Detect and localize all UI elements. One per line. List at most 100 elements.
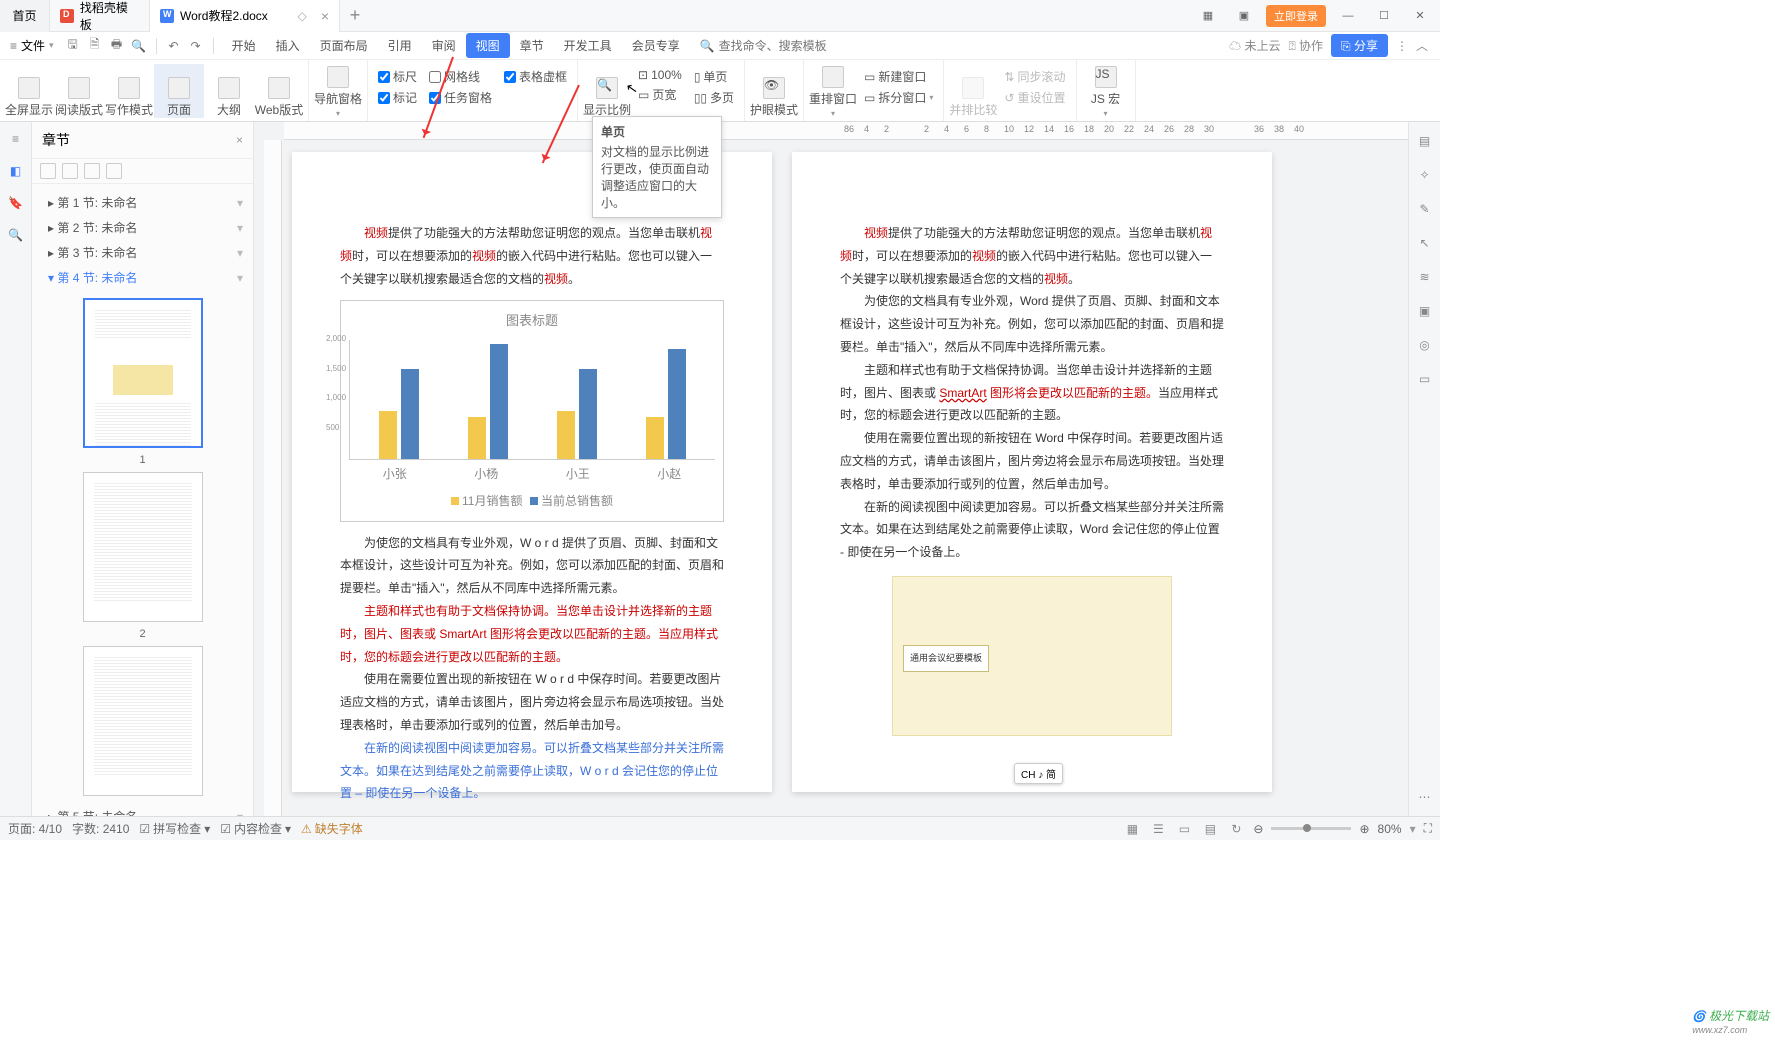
rail-more-icon[interactable]: ⋯ [1416,788,1434,806]
vertical-ruler[interactable] [264,140,282,816]
menu-reference[interactable]: 引用 [378,33,422,58]
maximize-button[interactable]: ☐ [1370,4,1398,28]
menu-layout[interactable]: 页面布局 [310,33,378,58]
redo-icon[interactable]: ↷ [187,37,205,55]
zoom-button[interactable]: 🔍显示比例 [582,64,632,118]
rail-image-icon[interactable]: ▣ [1416,302,1434,320]
chart[interactable]: 图表标题 500 1,000 1,500 2,000 小张小杨小王小赵 [340,300,724,521]
rail-edit-icon[interactable]: ✎ [1416,200,1434,218]
view-mode-1-icon[interactable]: ▦ [1123,820,1141,838]
zoom-out-button[interactable]: ⊖ [1253,822,1263,836]
page-thumbnail-1[interactable] [83,298,203,448]
share-button[interactable]: ⎘ 分享 [1331,34,1388,57]
command-search-input[interactable] [719,39,839,53]
rearrange-button[interactable]: 重排窗口▾ [808,64,858,118]
menu-view[interactable]: 视图 [466,33,510,58]
multi-page-button[interactable]: ▯▯ 多页 [694,89,734,106]
nav-tool-1[interactable] [40,163,56,179]
zoom-slider[interactable] [1271,827,1351,830]
new-tab-button[interactable]: + [340,5,370,26]
zoom-more-icon[interactable]: ▾ [1410,822,1416,836]
horizontal-ruler[interactable]: 8642 246 81012 141618 202224 262830 3638… [284,122,1408,140]
layout-grid-icon[interactable]: ▦ [1194,4,1222,28]
split-window-button[interactable]: ▭ 拆分窗口 ▾ [864,89,933,106]
rail-sections-icon[interactable]: ◧ [7,162,25,180]
status-words[interactable]: 字数: 2410 [72,820,129,837]
nav-tool-4[interactable] [106,163,122,179]
status-content-check[interactable]: ☑ 内容检查 ▾ [220,820,291,837]
rail-shape-icon[interactable]: ◎ [1416,336,1434,354]
undo-icon[interactable]: ↶ [165,37,183,55]
close-window-button[interactable]: ✕ [1406,4,1434,28]
print-icon[interactable]: 🖶 [108,37,126,55]
menu-dev[interactable]: 开发工具 [554,33,622,58]
zoom-value[interactable]: 80% [1378,822,1402,836]
outline-button[interactable]: 大纲 [204,64,254,118]
apps-icon[interactable]: ▣ [1230,4,1258,28]
chk-mark[interactable]: 标记 [378,89,417,106]
rail-settings-icon[interactable]: ≋ [1416,268,1434,286]
chk-ruler[interactable]: 标尺 [378,68,417,85]
chk-table-frame[interactable]: 表格虚框 [504,68,567,85]
fit-page-icon[interactable]: ⛶ [1424,821,1432,836]
view-mode-4-icon[interactable]: ▤ [1201,820,1219,838]
nav-tool-3[interactable] [84,163,100,179]
tab-pin-icon[interactable]: ◇ [298,9,307,23]
nav-item-2[interactable]: ▸ 第 2 节: 未命名▾ [32,215,253,240]
collab-button[interactable]: ⍰ 协作 [1288,37,1323,54]
menu-review[interactable]: 审阅 [422,33,466,58]
nav-item-3[interactable]: ▸ 第 3 节: 未命名▾ [32,240,253,265]
page-thumbnail-3[interactable] [83,646,203,796]
rail-ai-icon[interactable]: ✧ [1416,166,1434,184]
more-menu-icon[interactable]: ⋮ [1396,39,1408,53]
menu-insert[interactable]: 插入 [266,33,310,58]
view-mode-2-icon[interactable]: ☰ [1149,820,1167,838]
status-page[interactable]: 页面: 4/10 [8,820,62,837]
view-mode-3-icon[interactable]: ▭ [1175,820,1193,838]
page-1[interactable]: 视频提供了功能强大的方法帮助您证明您的观点。当您单击联机视频时，可以在想要添加的… [292,152,772,792]
rail-menu-icon[interactable]: ≡ [7,130,25,148]
login-button[interactable]: 立即登录 [1266,5,1326,27]
rail-select-icon[interactable]: ↖ [1416,234,1434,252]
tab-document[interactable]: Word教程2.docx ◇ × [150,0,340,32]
rail-search-icon[interactable]: 🔍 [7,226,25,244]
zoom-100-button[interactable]: ⊡ 100% [638,68,682,82]
tab-home[interactable]: 首页 [0,0,50,32]
single-page-button[interactable]: ▯ 单页 [694,68,734,85]
nav-item-1[interactable]: ▸ 第 1 节: 未命名▾ [32,190,253,215]
save-as-icon[interactable]: 🗎 [86,37,104,55]
menu-start[interactable]: 开始 [222,33,266,58]
minimize-button[interactable]: — [1334,4,1362,28]
writing-mode-button[interactable]: 写作模式 [104,64,154,118]
nav-close-icon[interactable]: × [236,133,243,147]
command-search[interactable]: 🔍 [700,39,839,53]
mindmap-image[interactable]: 通用会议纪要模板 [892,576,1172,736]
tab-close-icon[interactable]: × [321,8,329,24]
cloud-status[interactable]: ☁ 未上云 [1229,37,1280,54]
js-macro-button[interactable]: JSJS 宏▾ [1081,64,1131,118]
app-menu-button[interactable]: ≡ 文件 ▾ [4,37,60,54]
web-layout-button[interactable]: Web版式 [254,64,304,118]
save-icon[interactable]: 🖫 [64,37,82,55]
fullscreen-button[interactable]: 全屏显示 [4,64,54,118]
nav-item-5[interactable]: ▸ 第 5 节: 未命名▾ [32,804,253,816]
menu-section[interactable]: 章节 [510,33,554,58]
ime-indicator[interactable]: CH ♪ 简 [1014,763,1063,784]
status-spellcheck[interactable]: ☑ 拼写检查 ▾ [139,820,210,837]
zoom-in-button[interactable]: ⊕ [1359,822,1369,836]
page-2[interactable]: 视频提供了功能强大的方法帮助您证明您的观点。当您单击联机视频时，可以在想要添加的… [792,152,1272,792]
document-area[interactable]: 8642 246 81012 141618 202224 262830 3638… [254,122,1408,816]
tab-templates[interactable]: 找稻壳模板 [50,0,150,32]
rail-toolbox-icon[interactable]: ▤ [1416,132,1434,150]
nav-tool-2[interactable] [62,163,78,179]
print-preview-icon[interactable]: 🔍 [130,37,148,55]
rail-bookmark-icon[interactable]: 🔖 [7,194,25,212]
rail-present-icon[interactable]: ▭ [1416,370,1434,388]
status-missing-font[interactable]: ⚠ 缺失字体 [301,820,363,837]
menu-member[interactable]: 会员专享 [622,33,690,58]
page-layout-button[interactable]: 页面 [154,64,204,118]
nav-pane-button[interactable]: 导航窗格▾ [313,64,363,118]
chk-grid[interactable]: 网格线 [429,68,492,85]
new-window-button[interactable]: ▭ 新建窗口 [864,68,933,85]
reading-layout-button[interactable]: 阅读版式 [54,64,104,118]
